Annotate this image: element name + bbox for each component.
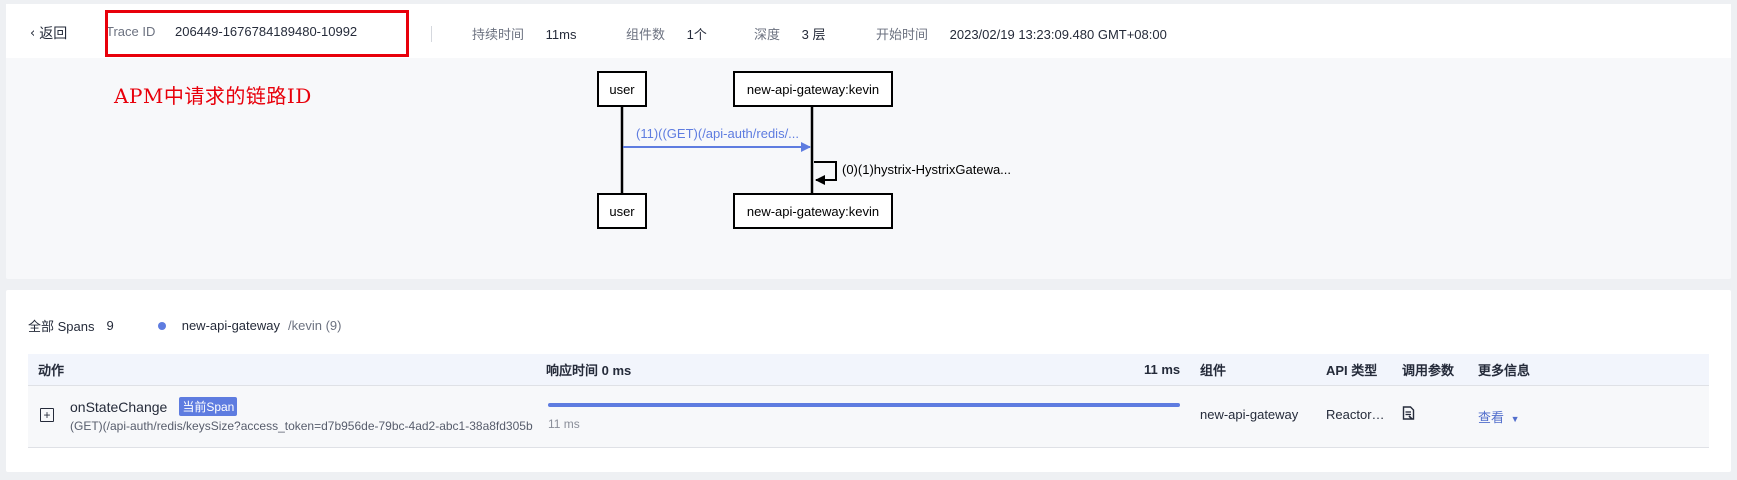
col-params: 调用参数 [1402, 363, 1455, 378]
spans-summary: 全部 Spans 9 new-api-gateway /kevin (9) [28, 316, 341, 335]
span-url: (GET)(/api-auth/redis/keysSize?access_to… [70, 419, 533, 433]
sequence-diagram: user new-api-gateway:kevin (11)((GET)(/a… [597, 71, 1011, 229]
col-response-time: 响应时间 0 ms [546, 363, 632, 378]
expand-icon[interactable]: + [40, 408, 54, 422]
svg-text:new-api-gateway:kevin: new-api-gateway:kevin [747, 204, 879, 219]
col-action: 动作 [38, 363, 65, 378]
table-header: 动作 响应时间 0 ms 11 ms 组件 API 类型 调用参数 更多信息 [28, 354, 1709, 386]
document-icon[interactable] [1402, 406, 1415, 423]
actor-gateway-bottom[interactable]: new-api-gateway:kevin [733, 193, 893, 229]
col-component: 组件 [1200, 363, 1227, 378]
spans-table: 动作 响应时间 0 ms 11 ms 组件 API 类型 调用参数 更多信息 +… [28, 354, 1709, 448]
col-api-type: API 类型 [1326, 363, 1378, 378]
svg-text:(0)(1)hystrix-HystrixGatewa...: (0)(1)hystrix-HystrixGatewa... [842, 162, 1011, 177]
actor-user-bottom[interactable]: user [597, 193, 647, 229]
duration-label: 11 ms [548, 417, 580, 431]
service-legend-name[interactable]: new-api-gateway [182, 318, 280, 333]
span-name: onStateChange [70, 398, 168, 415]
actor-gateway-top[interactable]: new-api-gateway:kevin [733, 71, 893, 107]
svg-text:(11)((GET)(/api-auth/redis/...: (11)((GET)(/api-auth/redis/... [636, 126, 799, 141]
svg-text:new-api-gateway:kevin: new-api-gateway:kevin [747, 82, 879, 97]
spans-panel: 全部 Spans 9 new-api-gateway /kevin (9) 动作… [6, 290, 1731, 472]
api-type-cell: Reactor… [1326, 407, 1385, 422]
actor-user-top[interactable]: user [597, 71, 647, 107]
all-spans-count: 9 [106, 318, 114, 333]
all-spans-label: 全部 Spans [28, 319, 95, 334]
table-row[interactable]: + onStateChange 当前Span (GET)(/api-auth/r… [28, 386, 1709, 448]
service-legend-instance: /kevin (9) [288, 318, 342, 333]
call-message[interactable]: (11)((GET)(/api-auth/redis/... [623, 126, 811, 152]
current-span-badge: 当前Span [179, 397, 238, 416]
caret-down-icon: ▼ [1510, 414, 1520, 424]
trace-overview-panel: ‹ 返回 Trace ID 206449-1676784189480-10992… [6, 4, 1731, 279]
col-more: 更多信息 [1478, 363, 1531, 378]
duration-bar [548, 403, 1180, 407]
col-response-max: 11 ms [1144, 362, 1181, 377]
span-name-cell: onStateChange 当前Span [70, 397, 238, 416]
service-legend-dot [157, 321, 166, 330]
view-more-label: 查看 [1478, 410, 1505, 425]
svg-text:user: user [609, 82, 635, 97]
view-more-dropdown[interactable]: 查看 ▼ [1478, 407, 1520, 426]
svg-text:user: user [609, 204, 635, 219]
self-call-message[interactable]: (0)(1)hystrix-HystrixGatewa... [814, 161, 1011, 185]
component-cell: new-api-gateway [1200, 407, 1299, 422]
